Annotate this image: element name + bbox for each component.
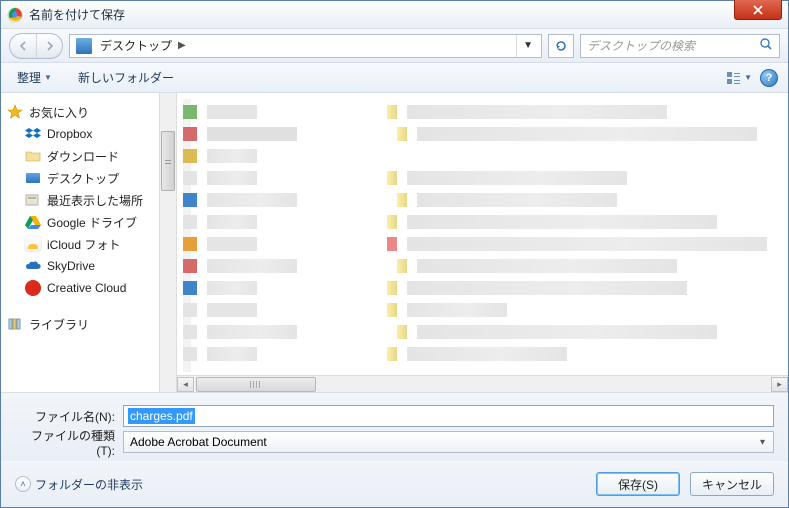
save-label: 保存(S) xyxy=(618,476,658,493)
recent-places-icon xyxy=(25,192,41,208)
filename-label: ファイル名(N): xyxy=(15,408,115,425)
desktop-icon xyxy=(25,170,41,186)
cancel-label: キャンセル xyxy=(702,476,762,493)
chevron-up-icon: ˄ xyxy=(15,476,31,492)
filename-value: charges.pdf xyxy=(128,408,195,424)
chevron-down-icon: ▼ xyxy=(44,73,52,82)
scroll-right-button[interactable]: ▸ xyxy=(771,377,788,392)
sidebar-item-label: SkyDrive xyxy=(47,259,95,273)
sidebar-group-libraries[interactable]: ライブラリ xyxy=(1,313,159,335)
sidebar-item-label: Dropbox xyxy=(47,127,92,141)
breadcrumb-location: デスクトップ xyxy=(96,37,176,54)
skydrive-icon xyxy=(25,258,41,274)
search-input[interactable] xyxy=(587,39,759,53)
organize-menu[interactable]: 整理 ▼ xyxy=(11,66,58,89)
favorites-label: お気に入り xyxy=(29,104,89,121)
desktop-icon xyxy=(76,38,92,54)
help-button[interactable]: ? xyxy=(760,69,778,87)
hide-folders-label: フォルダーの非表示 xyxy=(35,476,143,493)
sidebar-item-icloud-photo[interactable]: iCloud フォト xyxy=(1,233,159,255)
footer: ˄ フォルダーの非表示 保存(S) キャンセル xyxy=(1,461,788,507)
library-icon xyxy=(7,316,23,332)
scrollbar-thumb[interactable] xyxy=(161,131,175,191)
filetype-value: Adobe Acrobat Document xyxy=(130,435,267,449)
sidebar-item-creative-cloud[interactable]: Creative Cloud xyxy=(1,277,159,299)
horizontal-scrollbar[interactable]: ◂ ▸ xyxy=(177,375,788,392)
sidebar-item-desktop[interactable]: デスクトップ xyxy=(1,167,159,189)
chevron-down-icon: ▼ xyxy=(744,73,752,82)
new-folder-label: 新しいフォルダー xyxy=(78,69,174,86)
filetype-label: ファイルの種類(T): xyxy=(15,427,115,458)
sidebar: お気に入り Dropbox ダウンロード デスクトップ xyxy=(1,93,159,392)
nav-history-buttons xyxy=(9,33,63,59)
creative-cloud-icon xyxy=(25,280,41,296)
sidebar-item-dropbox[interactable]: Dropbox xyxy=(1,123,159,145)
scrollbar-thumb[interactable] xyxy=(196,377,316,392)
address-bar[interactable]: デスクトップ ▶ ▼ xyxy=(69,34,542,58)
navigation-bar: デスクトップ ▶ ▼ xyxy=(1,29,788,63)
back-button[interactable] xyxy=(10,34,36,58)
titlebar: 名前を付けて保存 xyxy=(1,1,788,29)
breadcrumb-arrow-icon[interactable]: ▶ xyxy=(176,40,188,51)
sidebar-item-google-drive[interactable]: Google ドライブ xyxy=(1,211,159,233)
file-list-blurred xyxy=(183,99,782,372)
icloud-photo-icon xyxy=(25,236,41,252)
save-as-dialog: 名前を付けて保存 デスクトップ ▶ ▼ 整理 ▼ xyxy=(0,0,789,508)
organize-label: 整理 xyxy=(17,69,41,86)
main-area: お気に入り Dropbox ダウンロード デスクトップ xyxy=(1,93,788,392)
google-drive-icon xyxy=(25,214,41,230)
save-button[interactable]: 保存(S) xyxy=(596,472,680,496)
libraries-label: ライブラリ xyxy=(29,316,89,333)
sidebar-item-label: iCloud フォト xyxy=(47,236,120,253)
sidebar-item-label: Creative Cloud xyxy=(47,281,126,295)
sidebar-item-label: Google ドライブ xyxy=(47,214,137,231)
folder-icon xyxy=(25,148,41,164)
form-area: ファイル名(N): charges.pdf ファイルの種類(T): Adobe … xyxy=(1,392,788,461)
sidebar-item-downloads[interactable]: ダウンロード xyxy=(1,145,159,167)
toolbar: 整理 ▼ 新しいフォルダー ▼ ? xyxy=(1,63,788,93)
chrome-icon xyxy=(7,7,23,23)
view-options-button[interactable]: ▼ xyxy=(726,71,752,85)
sidebar-group-favorites[interactable]: お気に入り xyxy=(1,101,159,123)
filename-input[interactable]: charges.pdf xyxy=(123,405,774,427)
sidebar-item-label: ダウンロード xyxy=(47,148,119,165)
forward-button[interactable] xyxy=(36,34,62,58)
refresh-button[interactable] xyxy=(548,34,574,58)
new-folder-button[interactable]: 新しいフォルダー xyxy=(72,66,180,89)
sidebar-item-recent[interactable]: 最近表示した場所 xyxy=(1,189,159,211)
hide-folders-toggle[interactable]: ˄ フォルダーの非表示 xyxy=(15,476,143,493)
scroll-left-button[interactable]: ◂ xyxy=(177,377,194,392)
search-box[interactable] xyxy=(580,34,780,58)
star-icon xyxy=(7,104,23,120)
sidebar-item-label: デスクトップ xyxy=(47,170,119,187)
cancel-button[interactable]: キャンセル xyxy=(690,472,774,496)
sidebar-item-label: 最近表示した場所 xyxy=(47,192,143,209)
sidebar-scrollbar[interactable] xyxy=(159,93,177,392)
breadcrumb-dropdown-icon[interactable]: ▼ xyxy=(516,35,539,57)
file-list-pane[interactable]: ◂ ▸ xyxy=(177,93,788,392)
window-title: 名前を付けて保存 xyxy=(29,6,788,23)
sidebar-item-skydrive[interactable]: SkyDrive xyxy=(1,255,159,277)
search-icon xyxy=(759,37,773,54)
dropbox-icon xyxy=(25,126,41,142)
filetype-select[interactable]: Adobe Acrobat Document xyxy=(123,431,774,453)
close-button[interactable] xyxy=(734,0,782,20)
